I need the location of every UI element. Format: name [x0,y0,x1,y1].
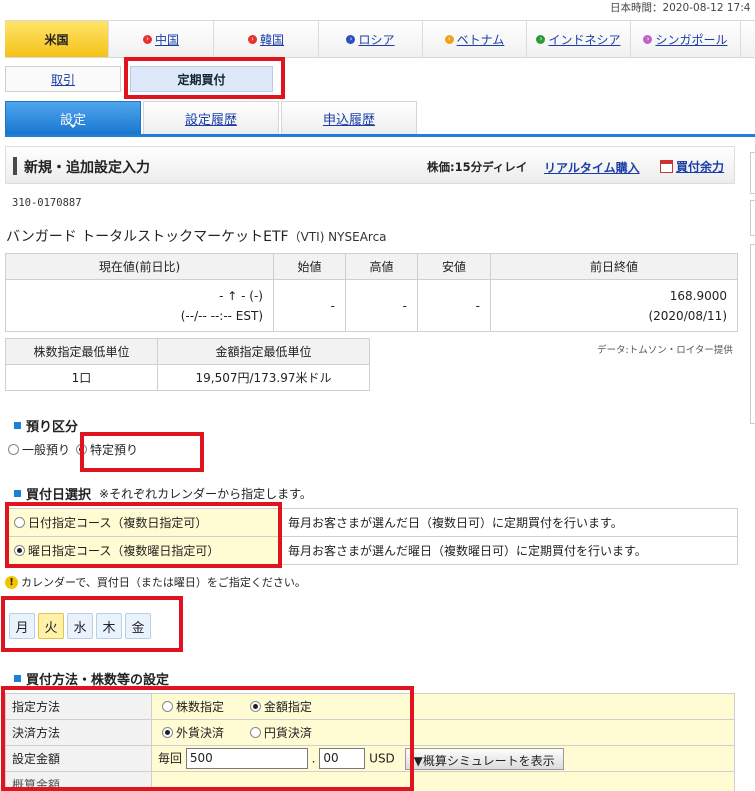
arrow-circle-icon [643,34,653,44]
date-course-description: 毎月お客さまが選んだ日（複数日可）に定期買付を行います。 [279,508,738,537]
market-tab-us[interactable]: 米国 [5,21,109,57]
market-tab-china[interactable]: 中国 [109,21,214,57]
tab-settings[interactable]: 設定 [5,101,141,134]
realtime-purchase-link[interactable]: リアルタイム購入 [544,159,640,176]
radio-icon[interactable] [76,444,88,455]
account-section-heading: 預り区分 [14,416,78,435]
radio-settle-foreign[interactable]: 外貨決済 [162,726,224,740]
trade-mode-tabs: 取引 定期買付 [5,66,273,92]
course-table: 日付指定コース（複数日指定可） 毎月お客さまが選んだ日（複数日可）に定期買付を行… [5,508,738,565]
arrow-circle-icon [444,34,454,44]
radio-date-course[interactable]: 日付指定コース（複数日指定可） [5,508,280,537]
arrow-circle-icon [536,34,546,44]
radio-icon[interactable] [14,545,25,556]
amount-label: 設定金額 [5,745,152,772]
header-open: 始値 [273,253,346,280]
square-bullet-icon [14,490,21,497]
weekday-thu[interactable]: 木 [96,613,122,639]
radio-icon[interactable] [162,701,173,712]
title-accent [13,157,17,175]
min-shares: 1口 [5,364,158,391]
settle-method-label: 決済方法 [5,719,152,746]
amount-decimal-input[interactable]: 00 [319,748,366,769]
high-cell: - [345,279,418,332]
open-cell: - [273,279,346,332]
header-current: 現在値(前日比) [5,253,274,280]
tab-regular-purchase[interactable]: 定期買付 [130,66,273,92]
calendar-icon [660,160,673,173]
weekday-tue[interactable]: 火 [38,613,64,639]
simulate-button[interactable]: ▼概算シミュレートを表示 [404,747,564,770]
side-panel-edge [750,152,755,194]
weekday-course-description: 毎月お客さまが選んだ曜日（複数曜日可）に定期買付を行います。 [279,536,738,565]
price-delay-note: 株価:15分ディレイ [427,160,528,174]
radio-weekday-course[interactable]: 曜日指定コース（複数曜日指定可） [5,536,280,565]
radio-spec-shares[interactable]: 株数指定 [162,700,224,714]
market-tab-vietnam[interactable]: ベトナム [423,21,527,57]
radio-spec-amount[interactable]: 金額指定 [249,700,312,714]
radio-general-account[interactable]: 一般預り [8,441,70,458]
warning-icon: ! [5,575,18,589]
market-tab-indonesia[interactable]: インドネシア [527,21,631,57]
square-bullet-icon [14,675,21,682]
market-tab-russia[interactable]: ロシア [319,21,423,57]
instrument-name: バンガード トータルストックマーケットETF（VTI) NYSEArca [6,229,387,245]
current-price-cell: - ↑ - (-) (--/-- --:-- EST) [5,279,274,332]
tab-application-history[interactable]: 申込履歴 [281,101,417,134]
section-tabs: 設定 設定履歴 申込履歴 [5,101,755,137]
radio-icon[interactable] [249,701,261,712]
estimated-label: 概算金額 [5,771,152,791]
radio-icon[interactable] [162,727,173,738]
weekday-selector: 月 火 水 木 金 [9,613,154,639]
calendar-warning: ! カレンダーで、買付日（または曜日）をご指定ください。 [5,574,306,590]
quote-table: 現在値(前日比) 始値 高値 安値 前日終値 - ↑ - (-) (--/-- … [5,253,738,332]
page-title: 新規・追加設定入力 [24,160,150,176]
account-type-options: 一般預り 特定預り [8,441,144,458]
market-tabs: 米国 中国 韓国 ロシア ベトナム インドネシア シンガポール [5,20,755,58]
clock-display: 日本時間：2020-08-12 17:4 [610,2,751,14]
weekday-wed[interactable]: 水 [67,613,93,639]
market-tab-korea[interactable]: 韓国 [214,21,319,57]
radio-icon[interactable] [14,517,25,528]
min-amount: 19,507円/173.97米ドル [157,364,370,391]
account-code: 310-0170887 [12,197,82,209]
tab-trade[interactable]: 取引 [5,66,121,92]
amount-integer-input[interactable]: 500 [185,748,308,769]
purchase-day-heading: 買付日選択 ※それぞれカレンダーから指定します。 [14,484,312,503]
minimum-unit-table: 株数指定最低単位 金額指定最低単位 1口 19,507円/173.97米ドル [5,338,370,391]
square-bullet-icon [14,422,21,429]
side-panel-edge [750,200,755,236]
method-section-heading: 買付方法・株数等の設定 [14,669,169,688]
method-table: 指定方法 株数指定 金額指定 決済方法 外貨決済 円貨決済 設定金額 毎回 50… [5,693,735,791]
arrow-circle-icon [346,34,356,44]
radio-settle-yen[interactable]: 円貨決済 [249,726,312,740]
radio-icon[interactable] [249,727,261,738]
header-prev-close: 前日終値 [490,253,738,280]
low-cell: - [417,279,491,332]
prev-close-cell: 168.9000 (2020/08/11) [490,279,738,332]
data-source-note: データ:トムソン・ロイター提供 [597,345,733,356]
radio-specific-account[interactable]: 特定預り [76,441,138,458]
spec-method-label: 指定方法 [5,693,152,720]
side-panel-edge [750,244,755,424]
market-tab-singapore[interactable]: シンガポール [631,21,741,57]
tab-settings-history[interactable]: 設定履歴 [143,101,279,134]
weekday-mon[interactable]: 月 [9,613,35,639]
arrow-circle-icon [247,34,257,44]
header-high: 高値 [345,253,418,280]
weekday-fri[interactable]: 金 [125,613,151,639]
page-header: 新規・追加設定入力 株価:15分ディレイ リアルタイム購入 買付余力 [5,146,735,184]
radio-icon[interactable] [8,444,19,455]
header-low: 安値 [417,253,491,280]
arrow-circle-icon [142,34,152,44]
buying-power-link[interactable]: 買付余力 [660,158,724,175]
